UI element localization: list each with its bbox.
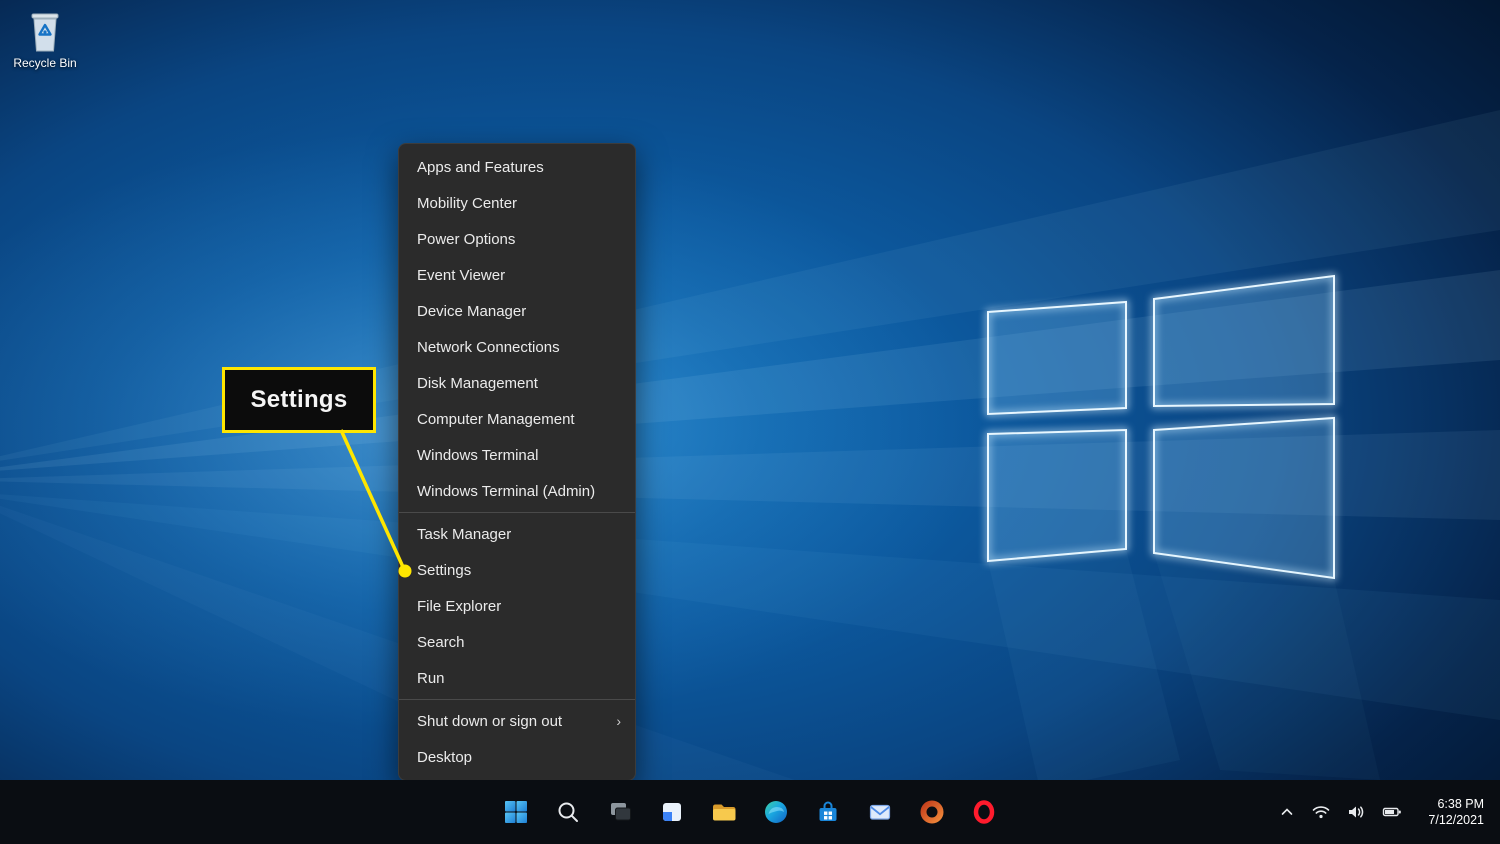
recycle-bin-label: Recycle Bin xyxy=(6,56,84,70)
menu-item-windows-terminal-admin[interactable]: Windows Terminal (Admin) xyxy=(399,473,635,509)
menu-item-file-explorer[interactable]: File Explorer xyxy=(399,588,635,624)
office-icon xyxy=(919,799,945,825)
mail-icon xyxy=(867,799,893,825)
clock-date: 7/12/2021 xyxy=(1428,812,1484,828)
battery-icon xyxy=(1382,804,1402,820)
microsoft-store-button[interactable] xyxy=(808,792,848,832)
file-explorer-folder-icon xyxy=(710,799,738,825)
clock[interactable]: 6:38 PM 7/12/2021 xyxy=(1422,792,1490,833)
widgets-button[interactable] xyxy=(652,792,692,832)
opera-button[interactable] xyxy=(964,792,1004,832)
microsoft-store-icon xyxy=(815,799,841,825)
menu-item-apps-and-features[interactable]: Apps and Features xyxy=(399,149,635,185)
menu-item-shut-down-or-sign-out[interactable]: Shut down or sign out › xyxy=(399,703,635,739)
menu-item-label: Shut down or sign out xyxy=(417,713,562,730)
menu-item-disk-management[interactable]: Disk Management xyxy=(399,365,635,401)
recycle-bin-icon[interactable]: Recycle Bin xyxy=(6,6,84,70)
search-button[interactable] xyxy=(548,792,588,832)
taskbar-center-icons xyxy=(496,792,1004,832)
system-tray: 6:38 PM 7/12/2021 xyxy=(1275,780,1490,844)
taskbar: 6:38 PM 7/12/2021 xyxy=(0,780,1500,844)
winx-menu: Apps and Features Mobility Center Power … xyxy=(398,143,636,781)
tray-icons xyxy=(1275,800,1406,824)
file-explorer-button[interactable] xyxy=(704,792,744,832)
start-button[interactable] xyxy=(496,792,536,832)
chevron-up-icon xyxy=(1279,804,1295,820)
tray-overflow-button[interactable] xyxy=(1275,800,1299,824)
settings-callout-label: Settings xyxy=(250,386,347,414)
submenu-chevron-icon: › xyxy=(616,713,621,729)
clock-time: 6:38 PM xyxy=(1437,796,1484,812)
search-icon xyxy=(556,800,580,824)
menu-item-desktop[interactable]: Desktop xyxy=(399,739,635,775)
menu-separator xyxy=(399,699,635,700)
menu-item-computer-management[interactable]: Computer Management xyxy=(399,401,635,437)
menu-item-event-viewer[interactable]: Event Viewer xyxy=(399,257,635,293)
menu-item-search[interactable]: Search xyxy=(399,624,635,660)
menu-item-run[interactable]: Run xyxy=(399,660,635,696)
task-view-button[interactable] xyxy=(600,792,640,832)
widgets-icon xyxy=(659,799,685,825)
network-button[interactable] xyxy=(1308,800,1334,824)
menu-item-windows-terminal[interactable]: Windows Terminal xyxy=(399,437,635,473)
edge-button[interactable] xyxy=(756,792,796,832)
menu-item-task-manager[interactable]: Task Manager xyxy=(399,516,635,552)
menu-item-mobility-center[interactable]: Mobility Center xyxy=(399,185,635,221)
settings-callout-box: Settings xyxy=(222,367,376,433)
menu-item-settings[interactable]: Settings xyxy=(399,552,635,588)
edge-icon xyxy=(763,799,789,825)
recycle-bin-glyph xyxy=(23,6,67,54)
windows-logo-icon xyxy=(503,799,529,825)
wifi-icon xyxy=(1312,804,1330,820)
volume-button[interactable] xyxy=(1343,800,1369,824)
opera-icon xyxy=(971,799,997,825)
battery-button[interactable] xyxy=(1378,800,1406,824)
task-view-icon xyxy=(607,799,633,825)
menu-item-device-manager[interactable]: Device Manager xyxy=(399,293,635,329)
desktop: Recycle Bin Apps and Features Mobility C… xyxy=(0,0,1500,844)
menu-separator xyxy=(399,512,635,513)
menu-item-power-options[interactable]: Power Options xyxy=(399,221,635,257)
mail-button[interactable] xyxy=(860,792,900,832)
speaker-icon xyxy=(1347,804,1365,820)
menu-item-network-connections[interactable]: Network Connections xyxy=(399,329,635,365)
office-button[interactable] xyxy=(912,792,952,832)
